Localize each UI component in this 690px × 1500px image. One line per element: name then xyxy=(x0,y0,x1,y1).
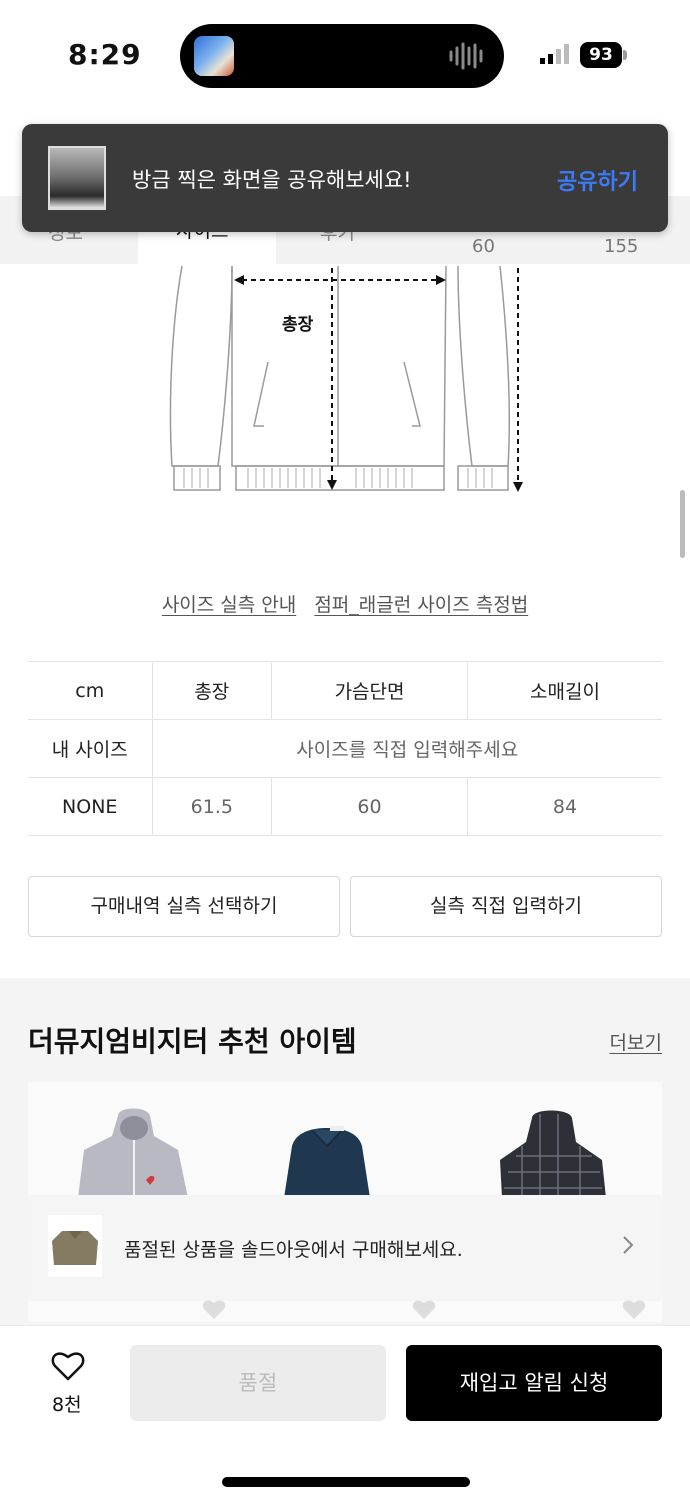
size-value-sleeve: 84 xyxy=(466,777,662,836)
heart-icon[interactable] xyxy=(412,1298,436,1320)
share-button[interactable]: 공유하기 xyxy=(557,164,638,196)
soldout-product-thumbnail xyxy=(48,1215,102,1277)
my-size-label: 내 사이즈 xyxy=(28,719,152,778)
size-value-2: 155 xyxy=(604,236,639,257)
table-row-my-size: 내 사이즈 사이즈를 직접 입력해주세요 xyxy=(28,719,662,778)
table-row: NONE 61.5 60 84 xyxy=(28,777,662,836)
battery-tip xyxy=(623,50,627,60)
size-value-1: 60 xyxy=(472,236,495,257)
soldout-button: 품절 xyxy=(130,1345,386,1421)
scrollbar[interactable] xyxy=(680,490,685,558)
home-indicator[interactable] xyxy=(222,1477,470,1487)
size-value-chest: 60 xyxy=(271,777,468,836)
product-image[interactable] xyxy=(272,1106,382,1198)
heart-outline-icon[interactable] xyxy=(50,1348,86,1382)
jumper-measure-method-link[interactable]: 점퍼_래글런 사이즈 측정법 xyxy=(314,594,528,616)
product-image[interactable] xyxy=(496,1106,606,1198)
audio-waveform-icon xyxy=(449,42,483,70)
size-table: cm 총장 가슴단면 소매길이 내 사이즈 사이즈를 직접 입력해주세요 NON… xyxy=(28,661,662,836)
dynamic-island[interactable] xyxy=(180,24,504,88)
my-size-input-prompt[interactable]: 사이즈를 직접 입력해주세요 xyxy=(151,719,662,778)
manual-input-button[interactable]: 실측 직접 입력하기 xyxy=(350,876,662,937)
size-measure-guide-link[interactable]: 사이즈 실측 안내 xyxy=(162,594,296,616)
status-time: 8:29 xyxy=(68,38,142,71)
table-header-row: cm 총장 가슴단면 소매길이 xyxy=(28,661,662,720)
table-header-chest: 가슴단면 xyxy=(271,661,468,720)
restock-alert-button[interactable]: 재입고 알림 신청 xyxy=(406,1345,662,1421)
heart-icon[interactable] xyxy=(622,1298,646,1320)
table-header-sleeve: 소매길이 xyxy=(466,661,662,720)
table-header-total-length: 총장 xyxy=(151,661,272,720)
like-count: 8천 xyxy=(52,1394,82,1416)
toast-message: 방금 찍은 화면을 공유해보세요! xyxy=(132,168,412,192)
battery-indicator: 93 xyxy=(580,42,622,68)
more-link[interactable]: 더보기 xyxy=(610,1028,662,1055)
status-bar: 8:29 93 xyxy=(0,0,690,110)
soldout-banner-text: 품절된 상품을 솔드아웃에서 구매해보세요. xyxy=(124,1239,463,1261)
diagram-label-total-length: 총장 xyxy=(282,315,314,335)
product-image[interactable] xyxy=(78,1106,188,1198)
size-row-label: NONE xyxy=(28,777,152,836)
jacket-size-diagram xyxy=(169,265,523,492)
cellular-signal-icon xyxy=(540,44,569,64)
now-playing-thumbnail xyxy=(194,36,234,76)
share-toast: 방금 찍은 화면을 공유해보세요! 공유하기 xyxy=(22,124,668,232)
screenshot-thumbnail xyxy=(48,146,106,210)
recommend-title: 더뮤지엄비지터 추천 아이템 xyxy=(28,1025,357,1058)
heart-icon[interactable] xyxy=(202,1298,226,1320)
chevron-right-icon xyxy=(623,1236,634,1254)
size-value-total-length: 61.5 xyxy=(151,777,272,836)
select-from-history-button[interactable]: 구매내역 실측 선택하기 xyxy=(28,876,340,937)
size-guide-links: 사이즈 실측 안내 점퍼_래글런 사이즈 측정법 xyxy=(0,590,690,617)
soldout-banner[interactable]: 품절된 상품을 솔드아웃에서 구매해보세요. xyxy=(28,1195,662,1301)
table-header-unit: cm xyxy=(28,661,152,720)
